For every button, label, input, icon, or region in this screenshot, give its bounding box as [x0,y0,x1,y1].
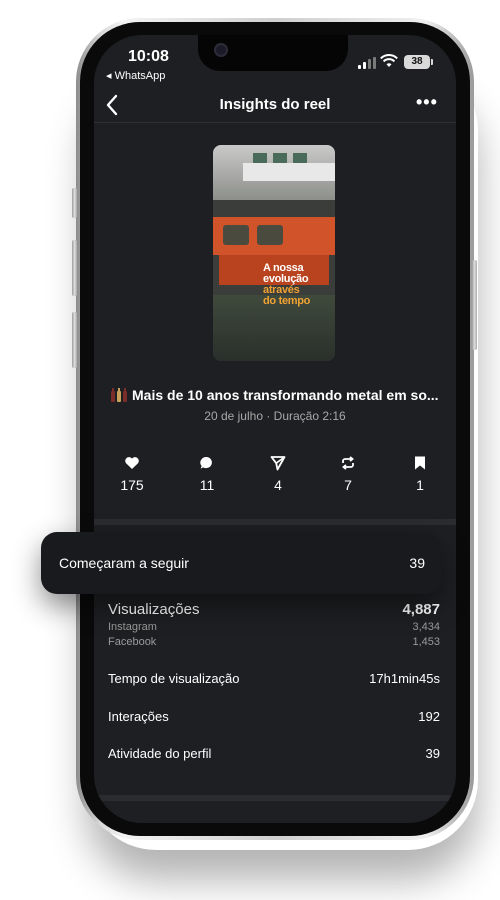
heart-icon [125,457,139,469]
views-value: 4,887 [402,601,440,618]
thumbnail-window [293,153,307,163]
thumbnail-beam [243,163,335,181]
bottom-divider [94,795,456,801]
status-time: 10:08 [128,48,169,65]
reel-thumbnail[interactable]: A nossa evolução através do tempo [213,145,335,361]
volume-up-button [72,240,77,296]
battery-icon: 38 [404,55,433,69]
send-icon [270,456,286,471]
interactions-label: Interações [108,709,169,724]
thumbnail-overlay-text: A nossa evolução através do tempo [263,262,311,307]
likes-stat[interactable]: 175 [102,455,162,493]
back-to-app-link[interactable]: ◂ WhatsApp [106,69,165,82]
facebook-value: 1,453 [412,636,440,648]
section-divider [94,519,456,525]
views-label: Visualizações [108,601,200,618]
reel-meta: 20 de julho · Duração 2:16 [204,409,346,423]
comments-count: 11 [199,477,215,493]
wifi-icon [380,54,398,67]
followers-label: Começaram a seguir [59,555,189,571]
wine-bottles-emoji-icon [111,388,127,402]
volume-down-button [72,312,77,368]
thumbnail-machine-window [257,225,283,245]
app-screen: 10:08 ◂ WhatsApp 38 Insights do reel •••… [94,35,456,823]
followers-value: 39 [409,555,425,571]
thumbnail-window [273,153,287,163]
watch-time-label: Tempo de visualização [108,671,240,686]
reposts-stat[interactable]: 7 [318,455,378,493]
shares-stat[interactable]: 4 [248,455,308,493]
reposts-count: 7 [344,477,352,493]
followers-highlight-card[interactable]: Começaram a seguir 39 [41,532,441,594]
profile-activity-value: 39 [425,746,440,761]
comments-stat[interactable]: 11 [177,455,237,493]
reel-caption: Mais de 10 anos transformando metal em s… [110,387,440,403]
thumbnail-machine-window [223,225,249,245]
facebook-label: Facebook [108,636,157,648]
interactions-value: 192 [418,709,440,724]
saves-count: 1 [416,477,424,493]
front-camera [214,43,228,57]
caption-text: Mais de 10 anos transformando metal em s… [132,387,439,403]
more-options-icon[interactable]: ••• [416,92,438,113]
bookmark-icon [415,456,425,470]
saves-stat[interactable]: 1 [390,455,450,493]
comment-icon [200,456,212,469]
shares-count: 4 [274,477,282,493]
watch-time-value: 17h1min45s [369,671,440,686]
page-title: Insights do reel [219,96,331,113]
likes-count: 175 [120,477,144,493]
power-button [472,260,477,350]
repost-icon [342,456,354,470]
signal-icon [358,57,376,69]
profile-activity-label: Atividade do perfil [108,746,212,761]
instagram-value: 3,434 [412,621,440,633]
thumbnail-window [253,153,267,163]
nav-bar: Insights do reel ••• [94,87,456,123]
mute-switch [72,188,77,218]
engagement-stats: 175 11 4 7 1 [94,455,456,495]
instagram-label: Instagram [108,621,157,633]
